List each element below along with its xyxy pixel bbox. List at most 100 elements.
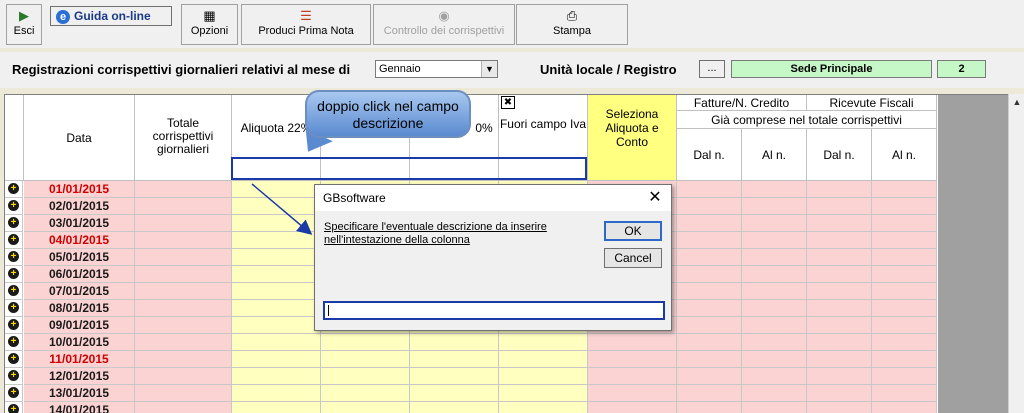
browse-button[interactable]: ... — [699, 60, 725, 78]
grid-cell[interactable] — [232, 351, 321, 368]
grid-cell[interactable] — [807, 317, 872, 334]
row-expand-button[interactable]: + — [5, 198, 23, 215]
grid-cell[interactable] — [677, 283, 742, 300]
grid-cell[interactable] — [677, 215, 742, 232]
grid-cell[interactable] — [872, 385, 937, 402]
esci-button[interactable]: ▶ Esci — [6, 4, 42, 45]
grid-cell[interactable] — [135, 351, 232, 368]
grid-cell[interactable] — [588, 351, 677, 368]
cancel-button[interactable]: Cancel — [604, 248, 662, 268]
grid-cell[interactable] — [742, 249, 807, 266]
grid-cell[interactable] — [410, 368, 499, 385]
grid-cell[interactable] — [807, 351, 872, 368]
grid-cell[interactable] — [588, 385, 677, 402]
grid-cell[interactable] — [410, 402, 499, 413]
grid-cell[interactable] — [135, 266, 232, 283]
grid-cell[interactable] — [135, 198, 232, 215]
grid-cell[interactable] — [872, 181, 937, 198]
grid-cell[interactable] — [742, 283, 807, 300]
grid-cell[interactable] — [677, 402, 742, 413]
grid-cell[interactable] — [677, 334, 742, 351]
grid-cell[interactable] — [677, 181, 742, 198]
grid-cell[interactable] — [232, 232, 321, 249]
grid-cell[interactable] — [742, 351, 807, 368]
grid-cell[interactable] — [677, 385, 742, 402]
grid-cell[interactable] — [872, 249, 937, 266]
grid-cell[interactable] — [677, 198, 742, 215]
row-expand-button[interactable]: + — [5, 334, 23, 351]
grid-cell[interactable] — [321, 402, 410, 413]
grid-cell[interactable] — [499, 351, 588, 368]
chevron-down-icon[interactable]: ▼ — [481, 61, 497, 77]
grid-cell[interactable] — [232, 334, 321, 351]
grid-cell[interactable] — [321, 368, 410, 385]
prima-nota-button[interactable]: ☰ Produci Prima Nota — [241, 4, 371, 45]
grid-cell[interactable] — [807, 198, 872, 215]
grid-cell[interactable] — [588, 334, 677, 351]
row-expand-button[interactable]: + — [5, 385, 23, 402]
grid-cell[interactable] — [410, 351, 499, 368]
grid-cell[interactable] — [232, 215, 321, 232]
grid-cell[interactable] — [232, 198, 321, 215]
row-expand-button[interactable]: + — [5, 283, 23, 300]
grid-cell[interactable] — [807, 215, 872, 232]
grid-cell[interactable] — [499, 368, 588, 385]
grid-cell[interactable] — [677, 300, 742, 317]
grid-cell[interactable] — [807, 181, 872, 198]
grid-cell[interactable] — [807, 249, 872, 266]
grid-cell[interactable] — [872, 215, 937, 232]
stampa-button[interactable]: ⎙ Stampa — [516, 4, 628, 45]
row-expand-button[interactable]: + — [5, 215, 23, 232]
grid-cell[interactable] — [135, 402, 232, 413]
grid-cell[interactable] — [872, 334, 937, 351]
grid-cell[interactable] — [742, 198, 807, 215]
vertical-scrollbar[interactable]: ▲ — [1008, 94, 1024, 413]
grid-cell[interactable] — [677, 368, 742, 385]
row-expand-button[interactable]: + — [5, 402, 23, 413]
grid-cell[interactable] — [677, 317, 742, 334]
grid-cell[interactable] — [321, 334, 410, 351]
grid-cell[interactable] — [677, 266, 742, 283]
grid-cell[interactable] — [742, 232, 807, 249]
grid-cell[interactable] — [499, 402, 588, 413]
close-icon[interactable]: ✖ — [501, 96, 515, 109]
grid-cell[interactable] — [135, 249, 232, 266]
grid-cell[interactable] — [321, 351, 410, 368]
grid-cell[interactable] — [135, 232, 232, 249]
grid-cell[interactable] — [807, 300, 872, 317]
descrizione-input[interactable] — [323, 301, 665, 320]
row-expand-button[interactable]: + — [5, 249, 23, 266]
row-expand-button[interactable]: + — [5, 368, 23, 385]
grid-cell[interactable] — [742, 215, 807, 232]
row-expand-button[interactable]: + — [5, 351, 23, 368]
grid-cell[interactable] — [232, 266, 321, 283]
descrizione-cell-highlight[interactable] — [231, 157, 587, 180]
row-expand-button[interactable]: + — [5, 266, 23, 283]
grid-cell[interactable] — [135, 334, 232, 351]
row-expand-button[interactable]: + — [5, 232, 23, 249]
grid-cell[interactable] — [872, 283, 937, 300]
grid-cell[interactable] — [232, 181, 321, 198]
ok-button[interactable]: OK — [604, 221, 662, 241]
grid-cell[interactable] — [232, 283, 321, 300]
grid-cell[interactable] — [232, 368, 321, 385]
grid-cell[interactable] — [135, 385, 232, 402]
grid-cell[interactable] — [677, 249, 742, 266]
grid-cell[interactable] — [135, 283, 232, 300]
grid-cell[interactable] — [872, 351, 937, 368]
grid-cell[interactable] — [677, 351, 742, 368]
grid-cell[interactable] — [232, 249, 321, 266]
grid-cell[interactable] — [232, 402, 321, 413]
row-expand-button[interactable]: + — [5, 181, 23, 198]
grid-cell[interactable] — [807, 402, 872, 413]
grid-cell[interactable] — [742, 385, 807, 402]
grid-cell[interactable] — [677, 232, 742, 249]
grid-cell[interactable] — [872, 300, 937, 317]
grid-cell[interactable] — [588, 368, 677, 385]
opzioni-button[interactable]: ▦ Opzioni — [181, 4, 238, 45]
grid-cell[interactable] — [232, 385, 321, 402]
grid-cell[interactable] — [410, 385, 499, 402]
seleziona-aliquota-button[interactable]: Seleziona Aliquota e Conto — [588, 95, 677, 181]
grid-cell[interactable] — [872, 198, 937, 215]
guida-online-button[interactable]: e Guida on-line — [50, 6, 172, 26]
